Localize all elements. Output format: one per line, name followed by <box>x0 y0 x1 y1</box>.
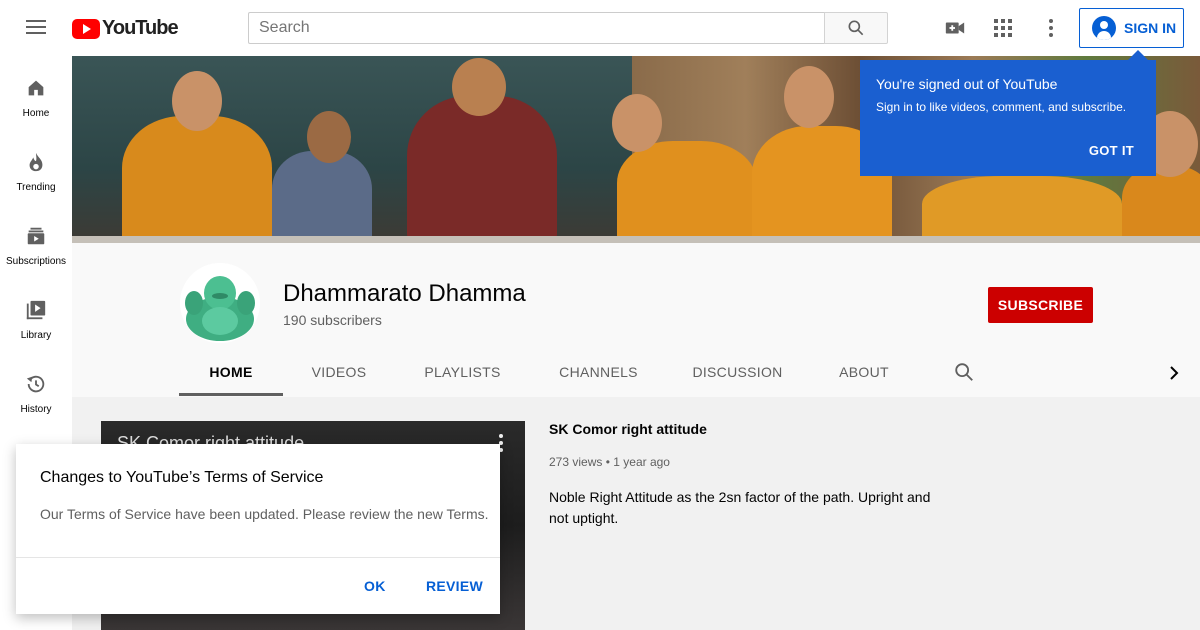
sidebar-item-label: Library <box>20 330 52 341</box>
search-input[interactable] <box>248 12 824 44</box>
tab-discussion[interactable]: DISCUSSION <box>667 348 808 396</box>
video-description: Noble Right Attitude as the 2sn factor o… <box>549 489 931 526</box>
sign-in-button[interactable]: SIGN IN <box>1079 8 1184 48</box>
menu-icon[interactable] <box>24 16 48 40</box>
channel-header: Dhammarato Dhamma 190 subscribers SUBSCR… <box>72 243 1200 397</box>
figure-head <box>172 71 222 131</box>
figure-robe <box>1122 166 1200 243</box>
youtube-play-icon <box>72 18 100 39</box>
subscribe-button[interactable]: SUBSCRIBE <box>988 287 1093 323</box>
history-icon <box>24 372 48 396</box>
figure-shirt <box>272 151 372 243</box>
channel-tabs: HOME VIDEOS PLAYLISTS CHANNELS DISCUSSIO… <box>179 348 920 396</box>
apps-grid-icon[interactable] <box>991 16 1015 40</box>
figure-head <box>307 111 351 163</box>
upload-age: 1 year ago <box>613 455 670 469</box>
logo-text: YouTube <box>102 17 179 39</box>
tab-playlists[interactable]: PLAYLISTS <box>395 348 530 396</box>
dialog-body: Our Terms of Service have been updated. … <box>40 506 489 522</box>
sidebar-item-library[interactable]: Library <box>0 278 72 352</box>
video-title[interactable]: SK Comor right attitude <box>549 421 707 437</box>
home-icon <box>24 76 48 100</box>
banner-floor <box>72 236 1200 243</box>
sidebar-item-label: Trending <box>16 182 56 193</box>
video-metadata: 273 views • 1 year ago <box>549 455 670 469</box>
figure-robe <box>922 176 1122 243</box>
subscriptions-icon <box>24 224 48 248</box>
review-button[interactable]: REVIEW <box>426 578 483 594</box>
search-icon <box>848 20 864 36</box>
buddha-avatar-icon <box>180 263 260 343</box>
tooltip-body: Sign in to like videos, comment, and sub… <box>876 100 1127 114</box>
ok-button[interactable]: OK <box>364 578 386 594</box>
figure-head <box>452 58 506 116</box>
masthead: YouTube SIGN IN <box>0 0 1200 56</box>
sidebar-item-home[interactable]: Home <box>0 56 72 130</box>
tooltip-title: You're signed out of YouTube <box>876 76 1058 92</box>
dialog-divider <box>16 557 500 558</box>
signed-out-tooltip: You're signed out of YouTube Sign in to … <box>860 50 1156 176</box>
tab-home[interactable]: HOME <box>179 348 283 396</box>
sidebar-item-trending[interactable]: Trending <box>0 130 72 204</box>
got-it-button[interactable]: GOT IT <box>1089 143 1134 158</box>
channel-avatar[interactable] <box>180 263 260 343</box>
sidebar-item-label: History <box>20 404 52 415</box>
subscriber-count: 190 subscribers <box>283 312 382 328</box>
sidebar-item-label: Home <box>22 108 50 119</box>
tab-about[interactable]: ABOUT <box>808 348 920 396</box>
tooltip-arrow <box>1128 50 1148 60</box>
view-count: 273 views <box>549 455 603 469</box>
youtube-logo[interactable]: YouTube <box>72 17 179 40</box>
figure-head <box>612 94 662 152</box>
figure-head <box>784 66 834 128</box>
figure-robe <box>407 96 557 243</box>
library-icon <box>24 298 48 322</box>
channel-search-icon[interactable] <box>953 361 977 385</box>
figure-robe <box>617 141 757 243</box>
sidebar-item-subscriptions[interactable]: Subscriptions <box>0 204 72 278</box>
account-circle-icon <box>1092 16 1116 40</box>
flame-icon <box>24 150 48 174</box>
sign-in-label: SIGN IN <box>1124 20 1177 36</box>
figure-robe <box>122 116 272 243</box>
sidebar-item-label: Subscriptions <box>5 256 67 267</box>
search-box <box>248 12 888 44</box>
tab-channels[interactable]: CHANNELS <box>530 348 667 396</box>
video-camera-icon[interactable] <box>943 16 967 40</box>
channel-name: Dhammarato Dhamma <box>283 280 526 307</box>
dialog-title: Changes to YouTube’s Terms of Service <box>40 469 324 486</box>
terms-of-service-dialog: Changes to YouTube’s Terms of Service Ou… <box>16 444 500 614</box>
more-vert-icon[interactable] <box>1039 16 1063 40</box>
search-button[interactable] <box>824 12 888 44</box>
tab-videos[interactable]: VIDEOS <box>283 348 395 396</box>
chevron-right-icon[interactable] <box>1162 361 1186 385</box>
sidebar-item-history[interactable]: History <box>0 352 72 426</box>
